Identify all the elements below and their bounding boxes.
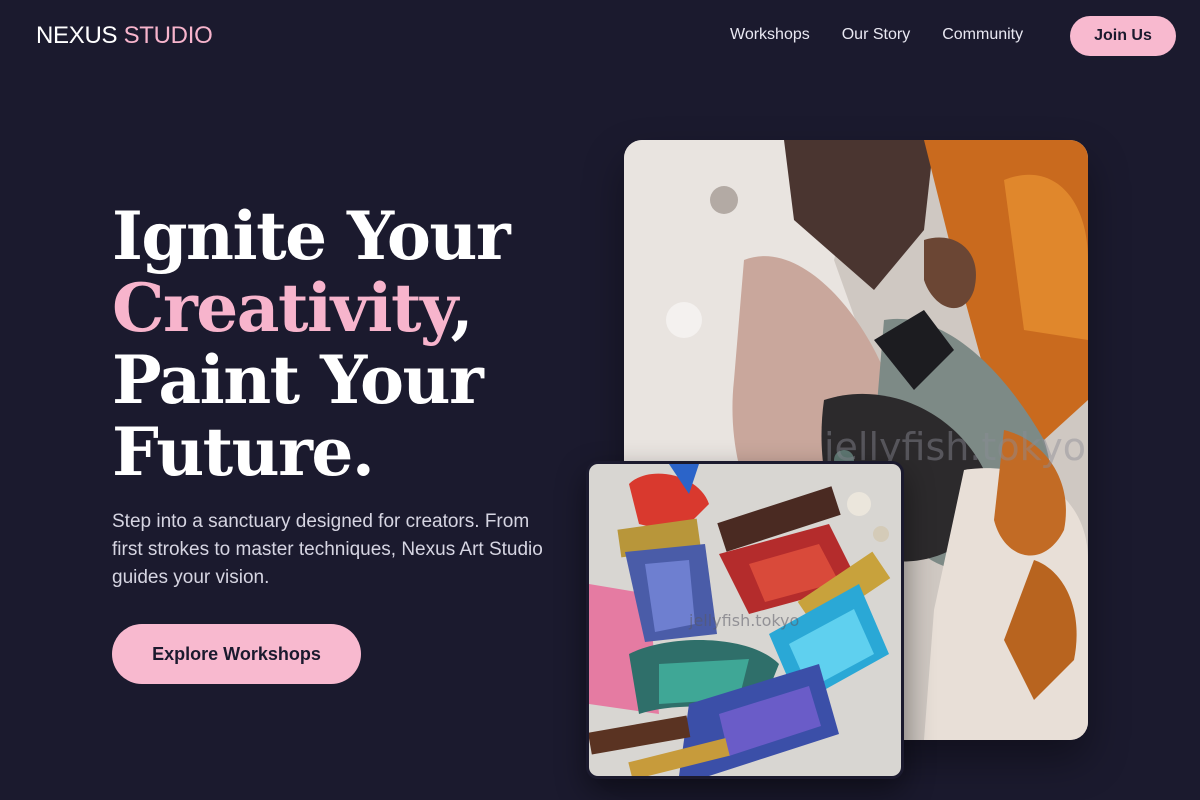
- headline-comma: ,: [450, 269, 474, 347]
- image-watermark-small: jellyfish.tokyo: [688, 611, 799, 630]
- site-header: NEXUS STUDIO Workshops Our Story Communi…: [0, 0, 1200, 72]
- hero-image-paintbrushes: jellyfish.tokyo: [586, 461, 904, 779]
- headline-line-3: Paint Your: [112, 341, 484, 419]
- nav-link-workshops[interactable]: Workshops: [730, 26, 810, 44]
- hero-headline: Ignite Your Creativity, Paint Your Futur…: [112, 200, 572, 488]
- paintbrushes-illustration: jellyfish.tokyo: [589, 464, 901, 776]
- main-nav: Workshops Our Story Community: [730, 26, 1023, 44]
- brand-logo-primary: NEXUS: [36, 22, 118, 49]
- nav-link-our-story[interactable]: Our Story: [842, 26, 910, 44]
- explore-workshops-button[interactable]: Explore Workshops: [112, 624, 361, 684]
- join-us-button[interactable]: Join Us: [1070, 16, 1176, 56]
- headline-line-1: Ignite Your: [112, 197, 511, 275]
- headline-accent-word: Creativity: [112, 269, 452, 347]
- brand-logo[interactable]: NEXUS STUDIO: [36, 22, 213, 50]
- nav-link-community[interactable]: Community: [942, 26, 1023, 44]
- hero-subtext: Step into a sanctuary designed for creat…: [112, 511, 543, 588]
- headline-line-4: Future.: [112, 413, 375, 491]
- brand-logo-accent: STUDIO: [123, 22, 213, 49]
